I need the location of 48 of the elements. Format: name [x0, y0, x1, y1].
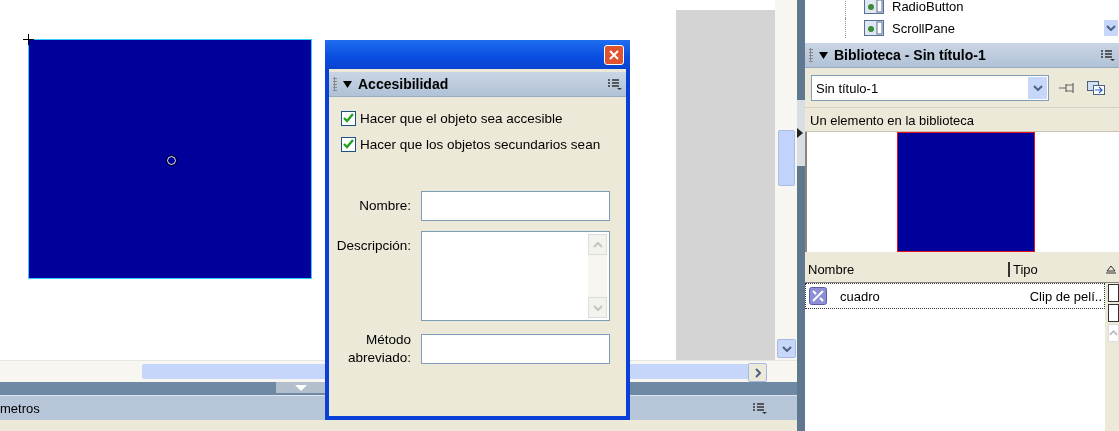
field-label: Método abreviado: [346, 331, 411, 367]
field-label: Descripción: [335, 237, 411, 255]
field-label: Nombre: [358, 197, 411, 215]
options-menu-icon[interactable] [608, 78, 622, 90]
expand-arrow-icon[interactable] [819, 50, 828, 60]
scroll-down-button[interactable] [1104, 20, 1118, 36]
options-menu-icon[interactable] [753, 402, 767, 414]
panel-title: metros [0, 400, 40, 416]
tree-item[interactable]: RadioButton [892, 0, 964, 14]
scroll-right-button[interactable] [748, 363, 767, 382]
scroll-thumb[interactable] [778, 130, 795, 186]
chevron-down-icon [781, 345, 792, 352]
checkbox-label: Hacer que el objeto sea accesible [360, 110, 563, 126]
tree-item[interactable]: ScrollPane [892, 20, 955, 36]
scroll-down-button[interactable] [777, 339, 796, 358]
input-field[interactable] [421, 191, 610, 221]
panel-title: Accesibilidad [358, 76, 450, 92]
panel-title: Biblioteca - Sin título-1 [834, 47, 987, 63]
close-button[interactable] [604, 44, 624, 65]
checkbox[interactable] [341, 136, 356, 152]
chevron-up-icon [592, 241, 603, 248]
checkbox-label: Hacer que los objetos secundarios sean [360, 136, 601, 152]
chevron-right-icon [754, 367, 761, 378]
options-menu-icon[interactable] [1101, 49, 1115, 61]
new-library-icon[interactable] [1087, 81, 1105, 95]
panel-splitter[interactable] [797, 0, 805, 431]
close-icon [609, 49, 619, 60]
triangle-down-icon [295, 384, 307, 391]
column-header[interactable]: Tipo [1010, 262, 1102, 277]
chevron-up-icon [1109, 330, 1118, 336]
pin-icon[interactable] [1059, 81, 1077, 95]
checkbox[interactable] [341, 110, 356, 126]
input-field[interactable] [421, 333, 610, 364]
chevron-down-icon [1032, 85, 1043, 91]
vertical-scrollbar[interactable] [775, 0, 797, 360]
triangle-right-icon [797, 128, 803, 138]
movie-clip-icon [809, 287, 827, 305]
crosshair-icon [23, 34, 34, 45]
new-folder-button[interactable] [1108, 284, 1119, 302]
library-item[interactable]: cuadro Clip de pelí.. [805, 283, 1105, 309]
column-header[interactable]: Nombre [805, 262, 1010, 277]
properties-button[interactable] [1108, 304, 1119, 322]
sort-icon[interactable] [1106, 264, 1116, 275]
chevron-down-icon [592, 304, 603, 311]
library-dropdown[interactable]: Sin título-1 [811, 75, 1049, 101]
chevron-down-icon [1106, 25, 1116, 31]
expand-arrow-icon[interactable] [343, 79, 352, 89]
component-icon [864, 20, 884, 36]
